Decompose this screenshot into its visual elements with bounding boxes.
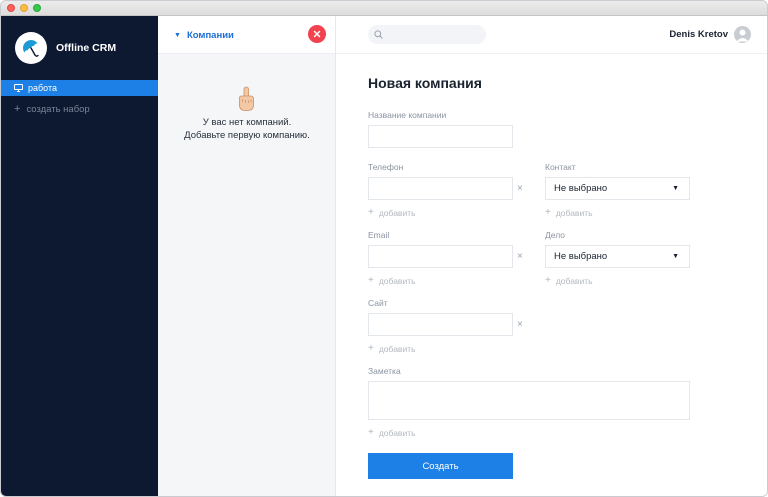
close-panel-button[interactable]: [308, 25, 326, 43]
plus-icon: +: [368, 207, 374, 218]
form-title: Новая компания: [368, 75, 482, 91]
monitor-icon: [14, 84, 23, 92]
add-email-label: добавить: [378, 275, 416, 286]
site-label: Сайт: [368, 298, 388, 308]
contact-select[interactable]: Не выбрано ▼: [545, 177, 690, 200]
email-field[interactable]: [368, 245, 513, 268]
chevron-down-icon: ▼: [672, 253, 679, 260]
add-phone-button[interactable]: + добавить: [368, 207, 416, 218]
phone-label: Телефон: [368, 162, 404, 172]
add-email-button[interactable]: + добавить: [368, 275, 416, 286]
plus-icon: +: [368, 427, 374, 438]
companies-toggle[interactable]: ▼ Компании: [174, 30, 234, 41]
window-minimize-button[interactable]: [20, 4, 28, 12]
company-name-label: Название компании: [368, 110, 447, 120]
create-set-label: создать набор: [26, 103, 90, 115]
note-label: Заметка: [368, 366, 401, 376]
deal-select-value: Не выбрано: [554, 251, 608, 262]
sidebar-item-label: работа: [28, 83, 57, 93]
note-textarea[interactable]: [369, 382, 689, 419]
window-titlebar: [1, 1, 767, 16]
brand: Offline CRM: [15, 32, 116, 64]
companies-panel: ▼ Компании У вас нет компаний. Добавьте …: [158, 16, 336, 496]
sidebar-item-rabota[interactable]: работа: [1, 80, 158, 96]
add-phone-label: добавить: [378, 207, 416, 218]
remove-email-button[interactable]: ×: [517, 251, 523, 262]
search-box[interactable]: [368, 25, 486, 44]
app-window: Offline CRM работа + создать набор ▼ Ком…: [0, 0, 768, 497]
plus-icon: +: [14, 103, 21, 115]
close-icon: [313, 30, 321, 38]
empty-state-text: У вас нет компаний. Добавьте первую комп…: [158, 116, 336, 142]
add-site-label: добавить: [378, 343, 416, 354]
companies-panel-header: ▼ Компании: [158, 16, 335, 54]
plus-icon: +: [545, 275, 551, 286]
create-set-button[interactable]: + создать набор: [14, 103, 90, 115]
company-name-field[interactable]: [368, 125, 513, 148]
add-site-button[interactable]: + добавить: [368, 343, 416, 354]
window-zoom-button[interactable]: [33, 4, 41, 12]
umbrella-icon: [15, 32, 47, 64]
add-deal-label: добавить: [555, 275, 593, 286]
contact-select-value: Не выбрано: [554, 183, 608, 194]
empty-state-line-2: Добавьте первую компанию.: [184, 130, 310, 141]
site-input[interactable]: [369, 314, 512, 335]
empty-state-line-1: У вас нет компаний.: [202, 117, 292, 128]
window-close-button[interactable]: [7, 4, 15, 12]
user-name[interactable]: Denis Kretov: [669, 29, 728, 40]
add-contact-label: добавить: [555, 207, 593, 218]
email-input[interactable]: [369, 246, 512, 267]
contact-label: Контакт: [545, 162, 576, 172]
caret-down-icon: ▼: [174, 32, 181, 39]
user-icon: [736, 29, 749, 42]
companies-title: Компании: [186, 30, 234, 41]
add-note-label: добавить: [378, 427, 416, 438]
new-company-form: Новая компания Название компании Телефон…: [336, 54, 767, 496]
plus-icon: +: [368, 343, 374, 354]
site-field[interactable]: [368, 313, 513, 336]
deal-label: Дело: [545, 230, 565, 240]
phone-input[interactable]: [369, 178, 512, 199]
topbar: Denis Kretov: [336, 16, 767, 54]
app-name: Offline CRM: [56, 42, 117, 54]
email-label: Email: [368, 230, 390, 240]
add-contact-button[interactable]: + добавить: [545, 207, 593, 218]
pointing-hand-icon: [239, 86, 254, 111]
avatar[interactable]: [734, 26, 751, 43]
plus-icon: +: [545, 207, 551, 218]
add-note-button[interactable]: + добавить: [368, 427, 416, 438]
phone-field[interactable]: [368, 177, 513, 200]
plus-icon: +: [368, 275, 374, 286]
add-deal-button[interactable]: + добавить: [545, 275, 593, 286]
chevron-down-icon: ▼: [672, 185, 679, 192]
search-input[interactable]: [388, 29, 478, 40]
deal-select[interactable]: Не выбрано ▼: [545, 245, 690, 268]
sidebar: Offline CRM работа + создать набор: [1, 16, 158, 496]
create-button[interactable]: Создать: [368, 453, 513, 479]
remove-site-button[interactable]: ×: [517, 319, 523, 330]
note-field[interactable]: [368, 381, 690, 420]
remove-phone-button[interactable]: ×: [517, 183, 523, 194]
company-name-input[interactable]: [369, 126, 512, 147]
search-icon: [374, 30, 383, 39]
